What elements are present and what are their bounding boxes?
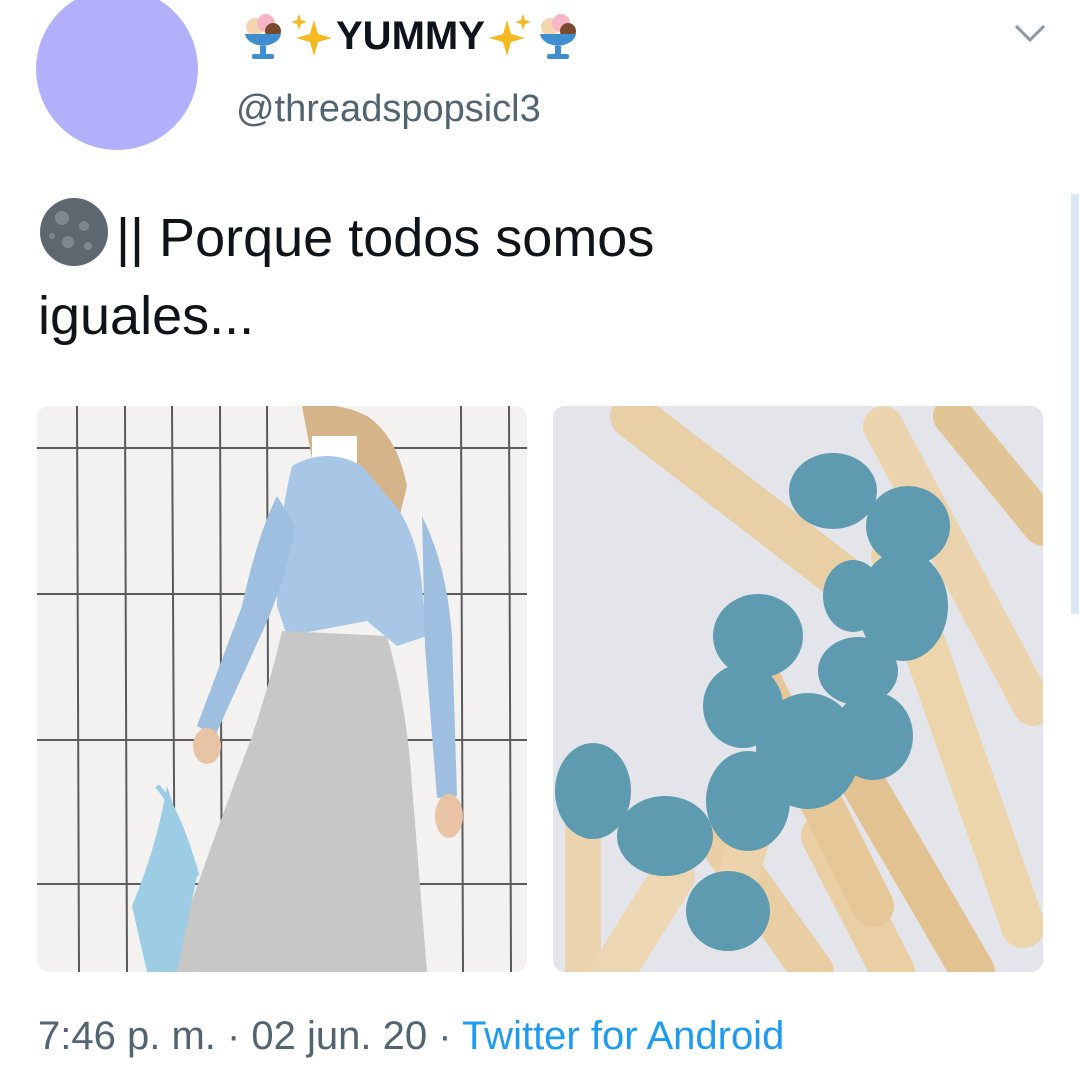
sparkles-icon: [488, 14, 531, 56]
separator: ·: [427, 1014, 462, 1058]
tweet-text-line-2: iguales...: [38, 286, 255, 346]
sparkles-icon: [291, 14, 332, 56]
display-name[interactable]: YUMMY: [240, 8, 581, 64]
outfit-photo-image: [37, 406, 527, 972]
separator: ·: [215, 1014, 252, 1058]
tweet-text-line-1: || Porque todos somos: [38, 196, 1038, 277]
tweet-text: || Porque todos somos iguales...: [38, 196, 1038, 355]
matches-photo-image: [553, 406, 1043, 972]
new-moon-icon: [40, 198, 108, 266]
tweet-source-link[interactable]: Twitter for Android: [462, 1014, 784, 1058]
tweet-meta: 7:46 p. m. · 02 jun. 20 · Twitter for An…: [38, 1014, 784, 1059]
display-name-text: YUMMY: [336, 13, 485, 58]
tweet-text-content: || Porque todos somos: [116, 208, 655, 268]
ice-cream-icon: [539, 14, 576, 59]
chevron-down-icon[interactable]: [1010, 18, 1050, 48]
outfit-photo[interactable]: [37, 406, 527, 972]
tweet-date[interactable]: 02 jun. 20: [251, 1014, 427, 1058]
user-handle[interactable]: @threadspopsicl3: [236, 88, 541, 131]
ice-cream-icon: [245, 14, 281, 59]
avatar[interactable]: [36, 0, 198, 150]
matches-photo[interactable]: [553, 406, 1043, 972]
scrollbar[interactable]: [1071, 194, 1079, 614]
tweet-time[interactable]: 7:46 p. m.: [38, 1014, 216, 1058]
